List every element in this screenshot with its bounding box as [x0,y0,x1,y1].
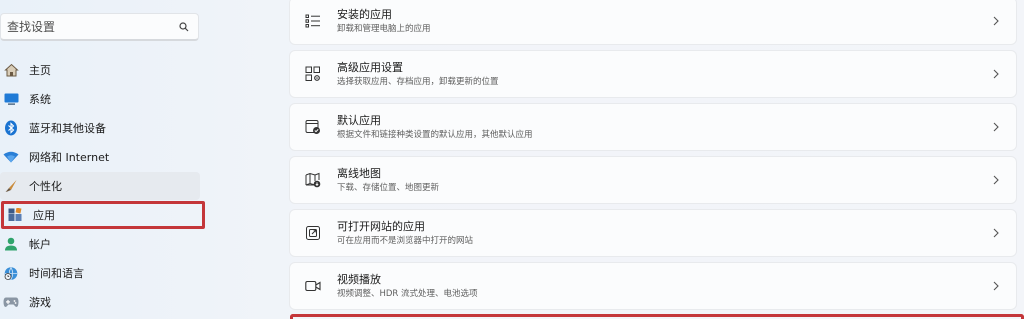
chevron-right-icon [986,223,1006,243]
apps-icon [7,207,23,223]
sidebar-item-gaming[interactable]: 游戏 [0,288,200,316]
card-title: 高级应用设置 [337,60,403,74]
brush-icon [3,178,19,194]
list-icon [303,11,323,31]
sidebar-item-accounts[interactable]: 帐户 [0,230,200,258]
sidebar-item-label: 个性化 [29,180,62,193]
sidebar-item-label: 帐户 [29,238,51,251]
globe-clock-icon [3,265,19,281]
sidebar-item-apps[interactable]: 应用 [1,201,205,229]
sidebar-item-personalization[interactable]: 个性化 [0,172,200,200]
chevron-right-icon [986,117,1006,137]
card-subtitle: 根据文件和链接种类设置的默认应用，其他默认应用 [337,129,533,140]
card-subtitle: 下载、存储位置、地图更新 [337,182,440,193]
card-default-apps[interactable]: 默认应用 根据文件和链接种类设置的默认应用，其他默认应用 [290,104,1016,150]
gamepad-icon [3,294,19,310]
sidebar-item-label: 应用 [33,209,55,222]
card-title: 离线地图 [337,166,381,180]
system-icon [3,91,19,107]
sidebar-item-system[interactable]: 系统 [0,85,200,113]
sidebar-item-network[interactable]: 网络和 Internet [0,143,200,171]
map-icon [303,170,323,190]
card-subtitle: 选择获取应用、存档应用，卸载更新的位置 [337,76,499,87]
sidebar-item-label: 时间和语言 [29,267,84,280]
highlight-box-next-card [290,314,1024,319]
default-apps-icon [303,117,323,137]
chevron-right-icon [986,64,1006,84]
chevron-right-icon [986,276,1006,296]
chevron-right-icon [986,170,1006,190]
card-video-playback[interactable]: 视频播放 视频调整、HDR 流式处理、电池选项 [290,263,1016,309]
sidebar-item-bluetooth[interactable]: 蓝牙和其他设备 [0,114,200,142]
sidebar-item-time-language[interactable]: 时间和语言 [0,259,200,287]
sidebar-item-label: 网络和 Internet [29,151,110,164]
home-icon [3,62,19,78]
card-offline-maps[interactable]: 离线地图 下载、存储位置、地图更新 [290,157,1016,203]
bluetooth-icon [3,120,19,136]
card-title: 可打开网站的应用 [337,219,425,233]
card-title: 默认应用 [337,113,381,127]
sidebar-item-label: 主页 [29,64,51,77]
search-input[interactable]: 查找设置 [7,18,174,35]
card-subtitle: 可在应用而不是浏览器中打开的网站 [337,235,474,246]
card-installed-apps[interactable]: 安装的应用 卸载和管理电脑上的应用 [290,0,1016,44]
card-title: 视频播放 [337,272,381,286]
app-settings-icon [303,64,323,84]
settings-window: 查找设置 主页 系统 蓝牙和其他设备 网络和 Internet 个性化 应用 帐… [0,0,1024,319]
card-advanced-app-settings[interactable]: 高级应用设置 选择获取应用、存档应用，卸载更新的位置 [290,51,1016,97]
card-apps-for-websites[interactable]: 可打开网站的应用 可在应用而不是浏览器中打开的网站 [290,210,1016,256]
sidebar-item-home[interactable]: 主页 [0,56,200,84]
sidebar-item-label: 游戏 [29,296,51,309]
card-title: 安装的应用 [337,7,392,21]
sidebar-item-label: 系统 [29,93,51,106]
search-icon[interactable] [174,17,194,37]
search-box[interactable]: 查找设置 [0,13,199,41]
wifi-icon [3,149,19,165]
video-icon [303,276,323,296]
card-subtitle: 卸载和管理电脑上的应用 [337,23,431,34]
open-link-icon [303,223,323,243]
sidebar: 查找设置 主页 系统 蓝牙和其他设备 网络和 Internet 个性化 应用 帐… [0,0,285,319]
sidebar-item-label: 蓝牙和其他设备 [29,122,106,135]
chevron-right-icon [986,11,1006,31]
account-icon [3,236,19,252]
card-subtitle: 视频调整、HDR 流式处理、电池选项 [337,288,478,299]
